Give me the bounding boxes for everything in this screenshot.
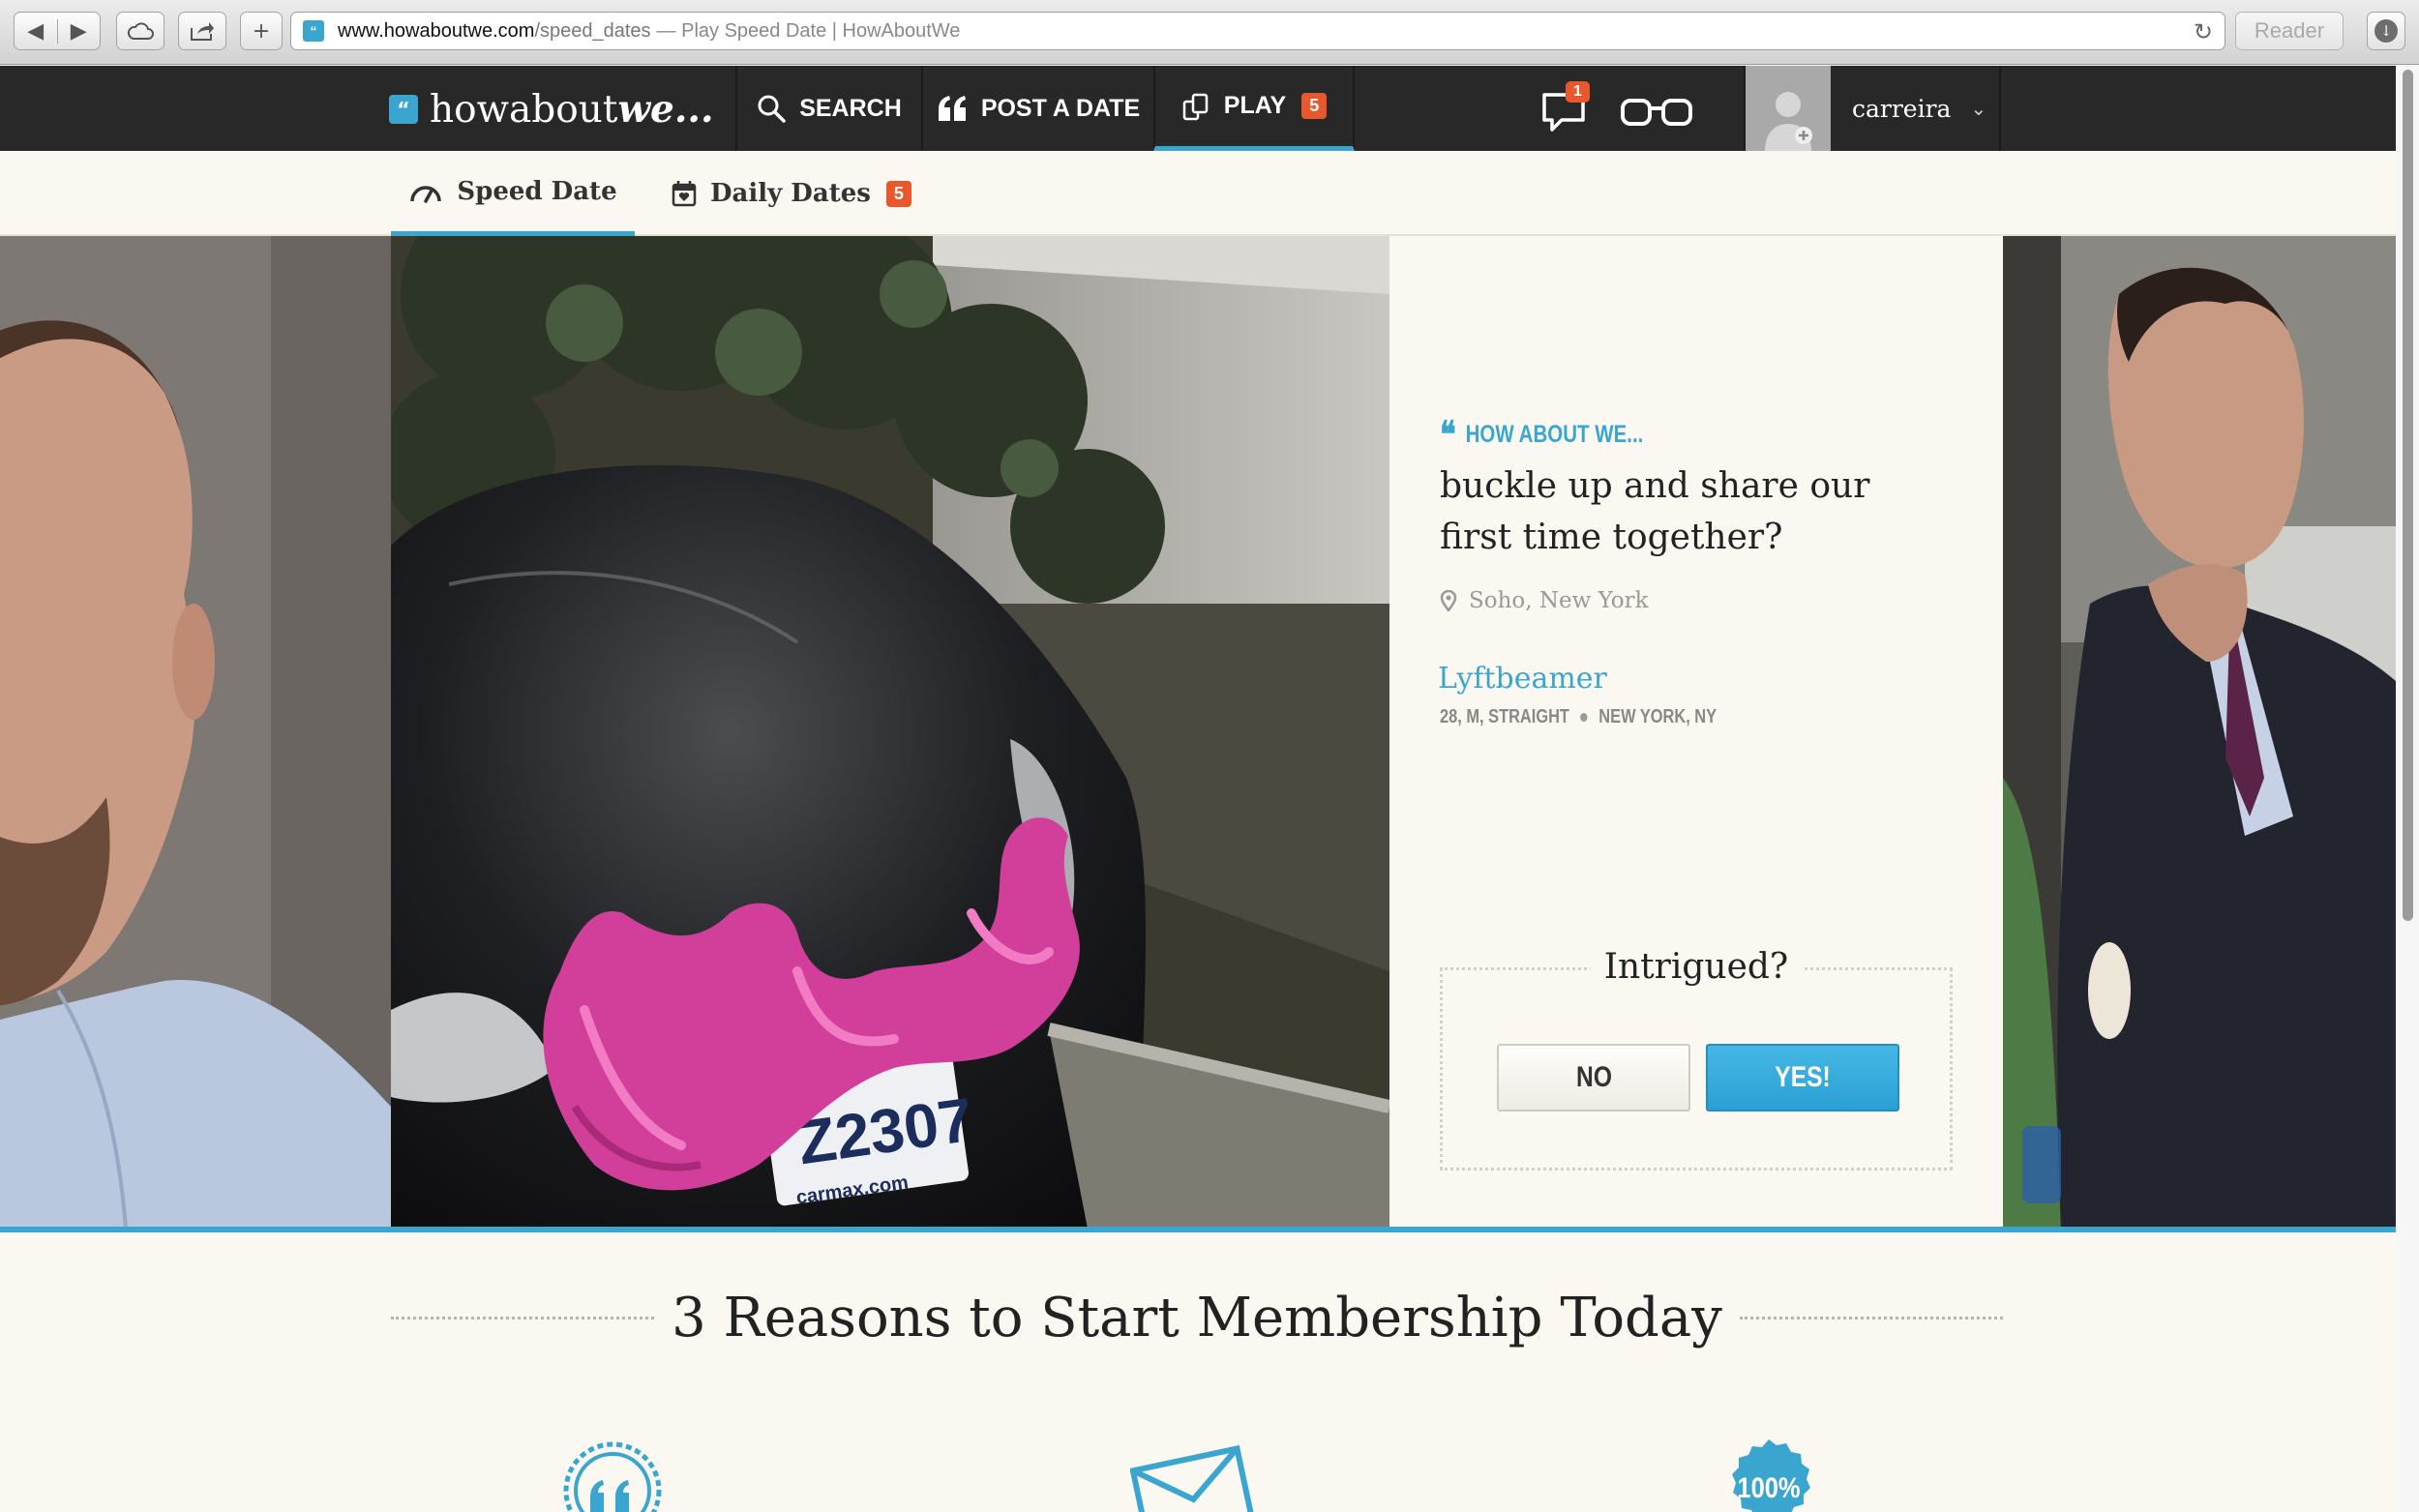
how-about-we-label: ❝ HOW ABOUT WE... (1440, 416, 1643, 453)
site-logo[interactable]: “ howabout we... (389, 87, 714, 132)
previous-profile-photo[interactable] (0, 236, 391, 1229)
back-icon[interactable]: ◀ (15, 18, 58, 44)
separator-dot (1580, 713, 1588, 722)
intrigued-box: Intrigued? NO YES! (1440, 947, 1953, 1171)
downloads-button[interactable]: ↓ (2367, 12, 2405, 50)
address-bar[interactable]: “ www.howaboutwe.com /speed_dates — Play… (290, 12, 2225, 50)
icloud-tabs-button[interactable] (116, 12, 164, 50)
scrollbar-thumb[interactable] (2403, 70, 2413, 921)
glasses-button[interactable] (1620, 97, 1693, 132)
nav-search[interactable]: SEARCH (735, 66, 921, 151)
messages-button[interactable]: 1 (1540, 81, 1590, 137)
membership-reasons-section: 3 Reasons to Start Membership Today 100% (0, 1232, 2396, 1512)
profile-location: NEW YORK, NY (1598, 706, 1717, 727)
search-icon (757, 94, 786, 123)
site-header: “ howabout we... SEARCH POST A DATE PLAY … (0, 66, 2396, 151)
tab-daily-dates[interactable]: Daily Dates 5 (672, 151, 911, 236)
calendar-icon (672, 180, 697, 207)
date-photo: Z2307 carmax.com (391, 236, 1389, 1229)
tab-speed-date-label: Speed Date (457, 176, 617, 206)
nav-post-a-date[interactable]: POST A DATE (921, 66, 1153, 151)
map-pin-icon (1440, 590, 1457, 611)
username: carreira (1852, 94, 1952, 123)
yes-button-label: YES! (1775, 1061, 1831, 1093)
percent-badge-text: 100% (1737, 1472, 1801, 1504)
favicon-icon: “ (303, 20, 324, 42)
nav-search-label: SEARCH (799, 94, 902, 122)
date-location: Soho, New York (1440, 588, 1649, 613)
speedometer-icon (408, 180, 443, 203)
reload-icon[interactable]: ↻ (2194, 18, 2213, 46)
nav-play-label: PLAY (1223, 92, 1287, 119)
tab-speed-date[interactable]: Speed Date (391, 151, 635, 236)
quote-icon (937, 96, 968, 121)
glasses-icon (1621, 99, 1692, 126)
share-icon (191, 22, 214, 41)
page-scrollbar[interactable] (2396, 66, 2419, 1512)
intrigued-prompt: Intrigued? (1590, 947, 1803, 987)
nav-play[interactable]: PLAY 5 (1153, 66, 1355, 151)
logo-quote-icon: “ (389, 95, 418, 124)
how-about-we-text: HOW ABOUT WE... (1465, 420, 1644, 448)
profile-name-link[interactable]: Lyftbeamer (1438, 662, 1607, 696)
download-icon: ↓ (2374, 19, 2398, 43)
percent-badge: 100% (1718, 1438, 1819, 1512)
envelope-icon (1129, 1439, 1256, 1512)
tab-daily-dates-label: Daily Dates (710, 179, 871, 208)
page-title: — Play Speed Date | HowAboutWe (656, 19, 961, 42)
reader-button[interactable]: Reader (2235, 12, 2344, 50)
messages-badge: 1 (1566, 81, 1590, 103)
profile-stats: 28, M, STRAIGHT (1440, 706, 1569, 727)
play-count-badge: 5 (1301, 93, 1328, 119)
logo-text-part1: howabout (430, 87, 618, 132)
url-host: www.howaboutwe.com (338, 19, 535, 42)
forward-icon[interactable]: ▶ (58, 19, 101, 44)
quote-badge-icon (561, 1439, 664, 1512)
cloud-icon (127, 22, 154, 40)
date-card: ❝ HOW ABOUT WE... buckle up and share ou… (1389, 236, 2003, 1229)
default-avatar-icon (1765, 92, 1812, 151)
dotted-divider (1739, 1316, 2004, 1319)
avatar[interactable] (1746, 66, 1831, 151)
back-forward-buttons[interactable]: ◀ ▶ (14, 12, 101, 50)
cards-icon (1181, 92, 1210, 121)
chevron-down-icon: ⌄ (1970, 97, 1987, 120)
date-idea-text: buckle up and share our first time toget… (1440, 466, 1870, 557)
browser-toolbar: ◀ ▶ + “ www.howaboutwe.com /speed_dates … (0, 0, 2419, 65)
plus-icon: + (252, 18, 271, 44)
sub-navigation: Speed Date Daily Dates 5 (0, 151, 2396, 236)
yes-button[interactable]: YES! (1706, 1044, 1899, 1112)
no-button[interactable]: NO (1497, 1044, 1690, 1112)
user-menu[interactable]: carreira ⌄ (1744, 66, 2001, 151)
quote-icon: ❝ (1440, 412, 1456, 456)
share-button[interactable] (178, 12, 226, 50)
profile-meta: 28, M, STRAIGHT NEW YORK, NY (1440, 706, 1717, 728)
next-profile-photo[interactable] (2003, 236, 2396, 1229)
no-button-label: NO (1575, 1061, 1612, 1093)
new-tab-button[interactable]: + (240, 12, 283, 50)
dotted-divider (391, 1316, 655, 1319)
url-path: /speed_dates (534, 19, 651, 42)
reasons-title: 3 Reasons to Start Membership Today (672, 1286, 1722, 1349)
daily-dates-badge: 5 (885, 180, 911, 207)
date-location-text: Soho, New York (1469, 588, 1649, 613)
logo-text-part2: we... (617, 87, 714, 132)
reasons-heading: 3 Reasons to Start Membership Today (391, 1286, 2004, 1349)
nav-post-label: POST A DATE (980, 94, 1141, 122)
speed-date-carousel: Z2307 carmax.com ❝ HOW ABOUT WE... buckl… (0, 236, 2396, 1229)
